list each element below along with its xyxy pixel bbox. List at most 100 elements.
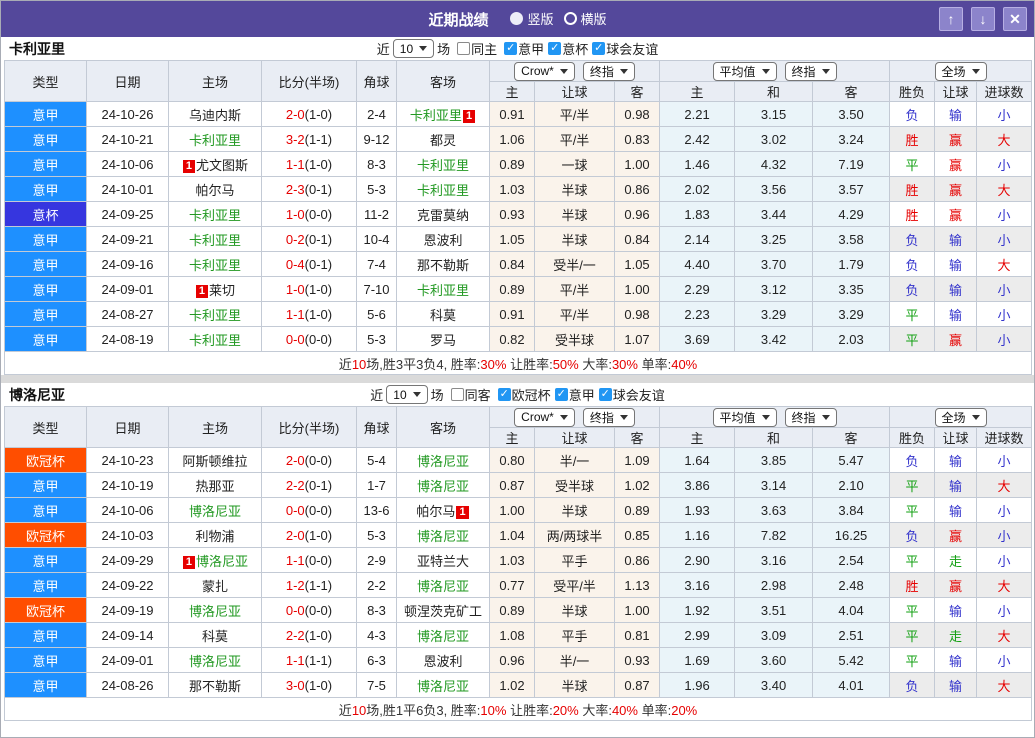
league-checkbox[interactable]: 球会友谊: [598, 385, 665, 404]
same-venue-checkbox[interactable]: 同主: [457, 39, 497, 58]
final-odds-select-2[interactable]: 终指: [784, 407, 837, 427]
avg-home: 2.02: [659, 176, 736, 202]
home-team-cell: 阿斯顿维拉: [168, 447, 262, 473]
final-odds-select[interactable]: 终指: [582, 407, 635, 427]
odds-home: 1.04: [489, 522, 535, 548]
summary-text: 大率:: [578, 356, 612, 372]
average-select[interactable]: 平均值: [712, 61, 777, 81]
match-date: 24-10-21: [86, 126, 169, 152]
match-date: 24-09-16: [86, 251, 169, 277]
close-button[interactable]: ✕: [1003, 7, 1027, 31]
league-checkbox[interactable]: 意杯: [548, 39, 588, 58]
result-goals: 大: [976, 472, 1033, 498]
fulltime-score: 1-1: [285, 552, 305, 568]
team-label: 卡利亚里: [416, 182, 469, 198]
team-label: 都灵: [429, 132, 456, 148]
match-score-cell: 3-0(1-0): [261, 672, 357, 698]
result-winlose: 平: [889, 151, 936, 177]
result-winlose: 负: [889, 522, 936, 548]
away-team-cell: 博洛尼亚: [396, 622, 490, 648]
move-up-button[interactable]: ↑: [939, 7, 963, 31]
halftime-score: (0-0): [304, 206, 333, 222]
home-team-cell: 1 博洛尼亚: [168, 547, 262, 573]
final-odds-select-2[interactable]: 终指: [784, 61, 837, 81]
odds-home: 1.05: [489, 226, 535, 252]
home-team-cell: 利物浦: [168, 522, 262, 548]
avg-away: 3.50: [812, 101, 891, 127]
result-goals: 小: [976, 226, 1033, 252]
odds-home: 0.89: [489, 597, 535, 623]
home-team-cell: 博洛尼亚: [168, 497, 262, 523]
avg-home: 1.83: [659, 201, 736, 227]
result-winlose: 平: [889, 326, 936, 352]
match-score-cell: 0-4(0-1): [261, 251, 357, 277]
radio-selected-icon: [510, 11, 524, 25]
move-down-button[interactable]: ↓: [971, 7, 995, 31]
home-team-cell: 1 尤文图斯: [168, 151, 262, 177]
checkbox-checked-icon: [554, 388, 568, 401]
summary-text: 场,胜1平6负3, 胜率:: [366, 702, 481, 718]
result-winlose: 胜: [889, 572, 936, 598]
result-winlose: 负: [889, 276, 936, 302]
result-goals: 小: [976, 447, 1033, 473]
final-odds-select[interactable]: 终指: [582, 61, 635, 81]
checkbox-checked-icon: [598, 388, 612, 401]
league-checkbox[interactable]: 意甲: [554, 385, 595, 404]
checkbox-label: 球会友谊: [612, 388, 665, 403]
match-type-badge: 欧冠杯: [4, 522, 87, 548]
match-type-badge: 意甲: [4, 276, 87, 302]
odds-home: 1.06: [489, 126, 535, 152]
checkbox-checked-icon: [504, 42, 518, 55]
odds-handicap: 受半球: [534, 326, 615, 352]
avg-draw: 3.09: [734, 622, 814, 648]
checkbox-label: 意甲: [568, 388, 595, 403]
match-type-badge: 意杯: [4, 201, 87, 227]
league-checkbox[interactable]: 欧冠杯: [497, 385, 551, 404]
result-handicap: 赢: [934, 572, 978, 598]
scope-group-header: 全场: [889, 60, 1033, 82]
league-checkbox[interactable]: 意甲: [504, 39, 544, 58]
result-goals: 大: [976, 251, 1033, 277]
avg-home: 1.69: [659, 647, 736, 673]
red-card-badge: 1: [456, 505, 469, 519]
result-handicap: 输: [934, 276, 978, 302]
odds-handicap: 平/半: [534, 101, 615, 127]
table-row: 意甲 24-10-01 帕尔马 2-3(0-1) 5-3 卡利亚里 1.03 半…: [4, 176, 1033, 202]
halftime-score: (1-0): [304, 281, 333, 297]
chevron-down-icon: [821, 414, 830, 420]
halftime-score: (1-1): [304, 577, 333, 593]
scope-select[interactable]: 全场: [934, 61, 987, 81]
recent-count-select[interactable]: 10: [392, 39, 435, 58]
match-type-badge: 意甲: [4, 472, 87, 498]
home-team-cell: 博洛尼亚: [168, 597, 262, 623]
checkbox-checked-icon: [548, 42, 562, 55]
match-type-badge: 意甲: [4, 547, 87, 573]
recent-count-select[interactable]: 10: [386, 385, 428, 404]
odds-handicap: 半/一: [534, 647, 615, 673]
average-select[interactable]: 平均值: [712, 407, 777, 427]
result-handicap: 输: [934, 597, 978, 623]
bookmaker-select[interactable]: Crow*: [514, 407, 575, 427]
team-label: 卡利亚里: [188, 207, 241, 223]
match-score-cell: 3-2(1-1): [261, 126, 357, 152]
orientation-radio-1[interactable]: 横版: [563, 9, 607, 28]
result-goals: 小: [976, 301, 1033, 327]
odds-group-header: Crow* 终指: [488, 406, 661, 428]
result-goals: 小: [976, 201, 1033, 227]
match-date: 24-09-29: [86, 547, 169, 573]
odds-home: 0.87: [489, 472, 535, 498]
corner-count: 5-4: [356, 447, 397, 473]
same-venue-checkbox[interactable]: 同客: [450, 385, 491, 404]
orientation-radio-0[interactable]: 竖版: [510, 9, 554, 28]
bookmaker-select[interactable]: Crow*: [514, 61, 575, 81]
league-checkbox[interactable]: 球会友谊: [592, 39, 658, 58]
col-header-odds-home: 主: [489, 427, 535, 448]
odds-home: 0.89: [489, 151, 535, 177]
avg-home: 1.93: [659, 497, 736, 523]
match-date: 24-10-19: [86, 472, 169, 498]
scope-select[interactable]: 全场: [934, 407, 987, 427]
match-date: 24-10-23: [86, 447, 169, 473]
result-winlose: 平: [889, 647, 936, 673]
result-goals: 小: [976, 647, 1033, 673]
radio-unselected-icon: [563, 11, 577, 25]
